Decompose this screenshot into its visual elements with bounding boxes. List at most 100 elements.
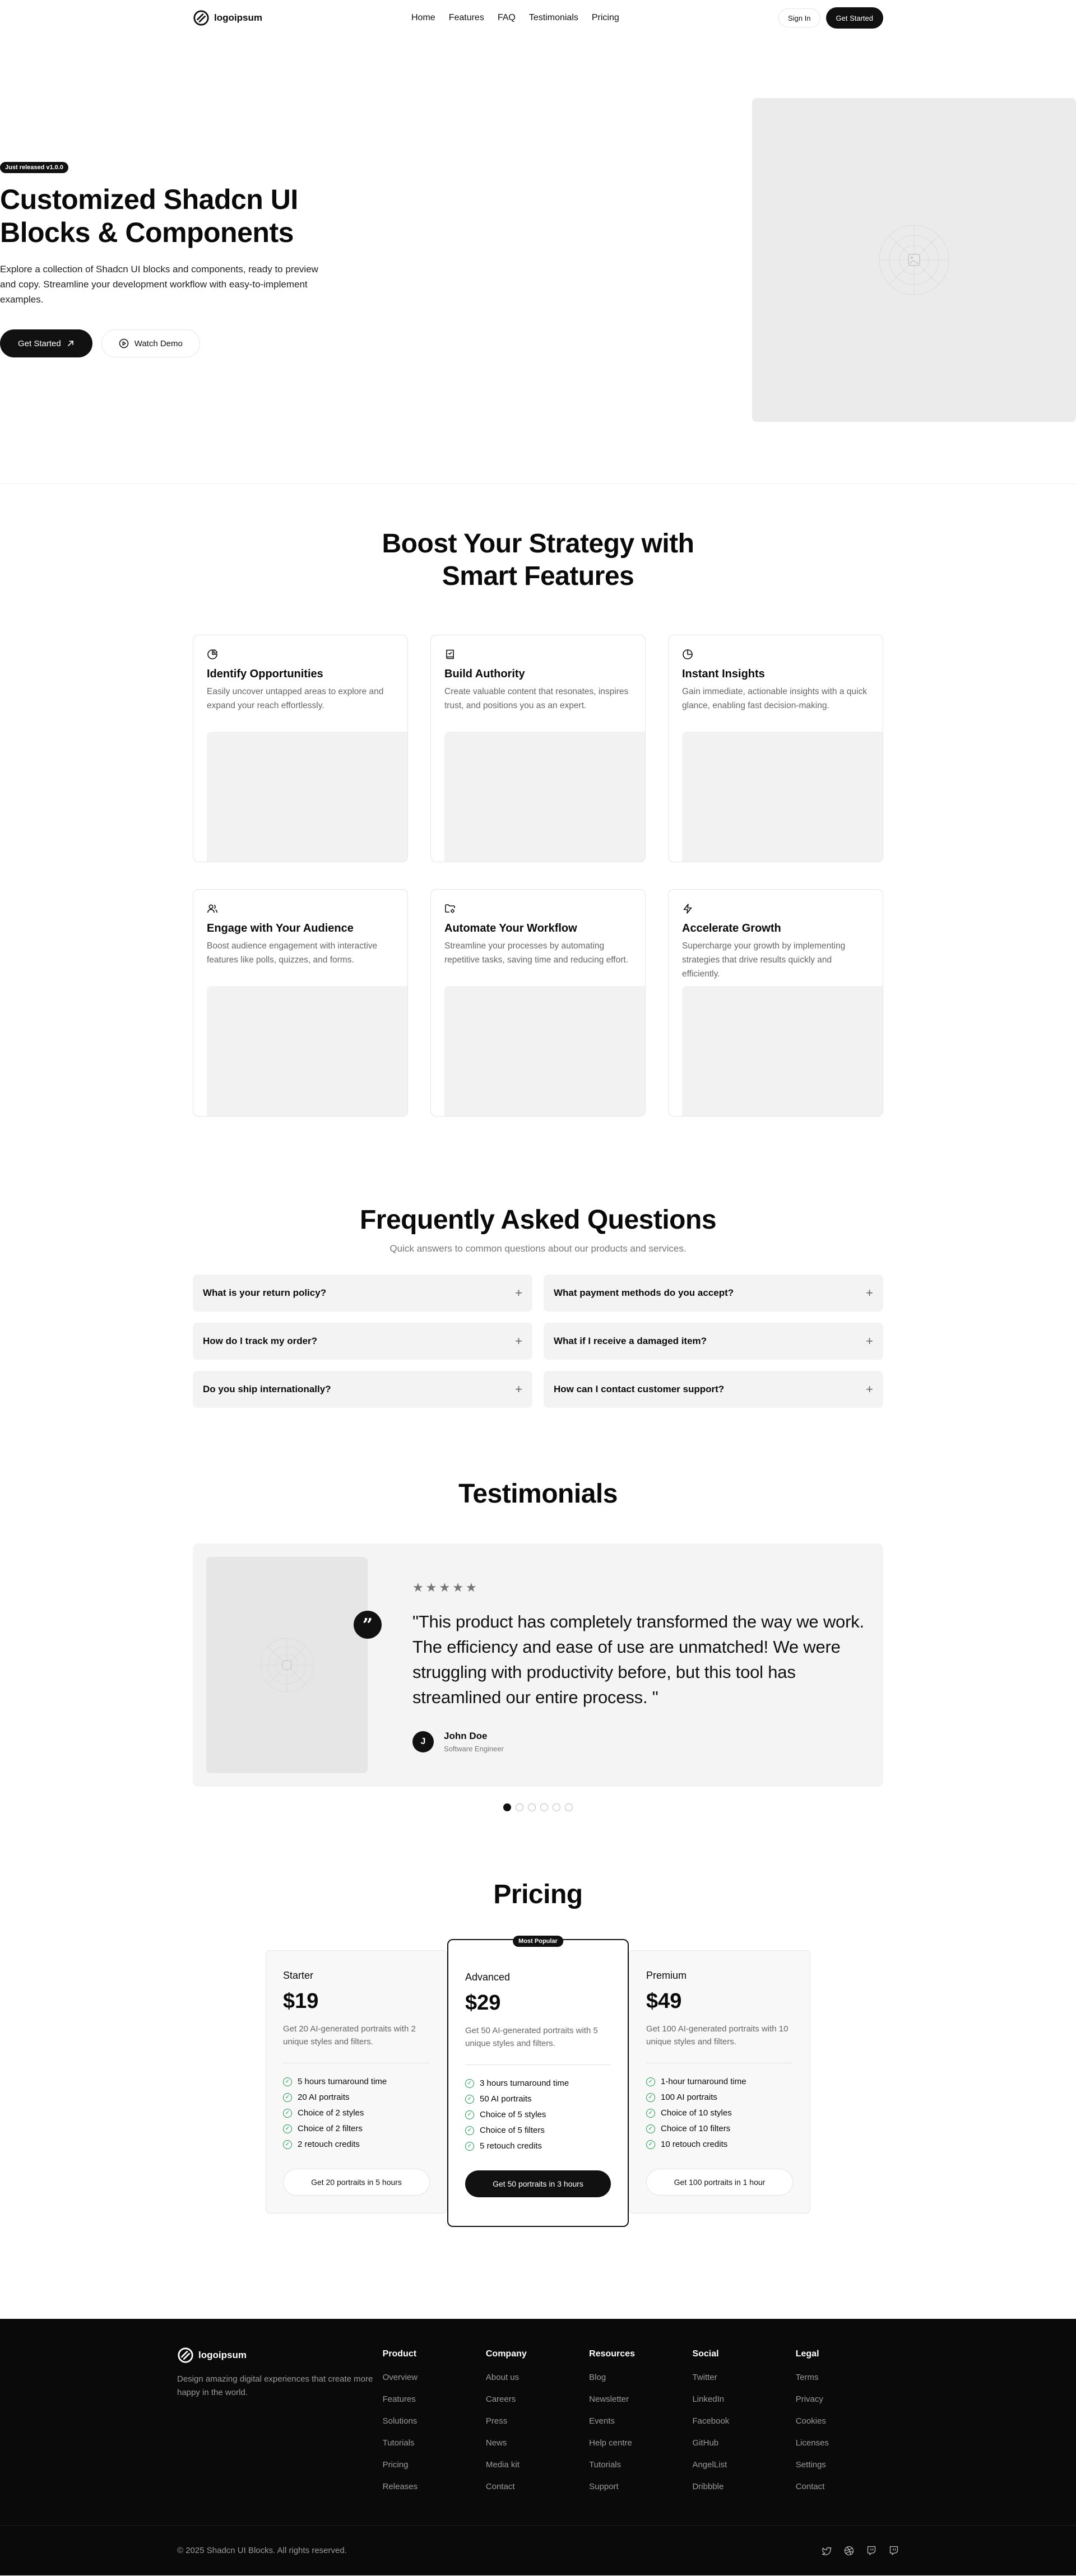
faq-question: How do I track my order? xyxy=(203,1335,318,1346)
features-section: Boost Your Strategy with Smart Features … xyxy=(0,484,1076,1159)
footer-link[interactable]: Cookies xyxy=(796,2416,899,2426)
carousel-dot-6[interactable] xyxy=(565,1803,573,1812)
footer-link[interactable]: Twitter xyxy=(692,2373,795,2382)
footer-col-title: Resources xyxy=(589,2349,635,2359)
testimonial-author: J John Doe Software Engineer xyxy=(412,1731,883,1753)
most-popular-badge: Most Popular xyxy=(513,1935,563,1947)
footer-col-company: Company About us Careers Press News Medi… xyxy=(486,2347,589,2504)
testimonials-title: Testimonials xyxy=(458,1478,618,1509)
nav-actions: Sign In Get Started xyxy=(778,7,883,29)
footer-link[interactable]: Solutions xyxy=(383,2416,486,2426)
footer-link[interactable]: Tutorials xyxy=(589,2460,692,2470)
plan-name: Advanced xyxy=(465,1971,511,1983)
carousel-dot-1[interactable] xyxy=(503,1803,511,1812)
hero-title-line1: Customized Shadcn UI xyxy=(0,183,298,215)
footer-link[interactable]: Careers xyxy=(486,2394,589,2404)
check-circle-icon: ✓ xyxy=(646,2124,655,2133)
faq-item-return-policy[interactable]: What is your return policy? + xyxy=(193,1274,532,1312)
carousel-dot-2[interactable] xyxy=(516,1803,523,1812)
dribbble-icon[interactable] xyxy=(844,2546,854,2556)
footer-link[interactable]: Contact xyxy=(486,2482,589,2491)
premium-plan-button[interactable]: Get 100 portraits in 1 hour xyxy=(646,2169,793,2196)
sign-in-button[interactable]: Sign In xyxy=(778,8,820,27)
hero-get-started-button[interactable]: Get Started xyxy=(0,329,92,358)
footer-link[interactable]: News xyxy=(486,2438,589,2448)
footer-link[interactable]: Pricing xyxy=(383,2460,486,2470)
plan-features: ✓ 1-hour turnaround time ✓ 100 AI portrait… xyxy=(646,2077,793,2149)
logo[interactable]: logoipsum xyxy=(193,10,262,26)
nav-link-faq[interactable]: FAQ xyxy=(498,13,516,23)
feature-image-placeholder xyxy=(682,986,883,1117)
footer-link[interactable]: LinkedIn xyxy=(692,2394,795,2404)
faq-item-track-order[interactable]: How do I track my order? + xyxy=(193,1322,532,1360)
check-circle-icon: ✓ xyxy=(465,2094,474,2104)
twitter-icon[interactable] xyxy=(822,2546,832,2556)
plan-feature: ✓ 3 hours turnaround time xyxy=(465,2079,611,2088)
testimonial-content: ★ ★ ★ ★ ★ "This product has completely t… xyxy=(412,1543,883,1787)
footer-link[interactable]: About us xyxy=(486,2373,589,2382)
nav-link-testimonials[interactable]: Testimonials xyxy=(529,13,578,23)
hero-title-line2: Blocks & Components xyxy=(0,216,294,248)
arrow-up-right-icon xyxy=(67,341,73,347)
carousel-dot-4[interactable] xyxy=(540,1803,548,1812)
footer-link[interactable]: Contact xyxy=(796,2482,899,2491)
avatar: J xyxy=(412,1731,434,1753)
nav-link-features[interactable]: Features xyxy=(449,13,484,23)
feature-description: Boost audience engagement with interacti… xyxy=(207,941,378,965)
release-badge[interactable]: Just released v1.0.0 xyxy=(0,161,68,173)
footer-link[interactable]: Blog xyxy=(589,2373,692,2382)
plan-price: $49 xyxy=(646,1989,682,2013)
twitch-icon[interactable] xyxy=(889,2546,899,2556)
footer-link[interactable]: Facebook xyxy=(692,2416,795,2426)
footer-link[interactable]: Overview xyxy=(383,2373,486,2382)
faq-title: Frequently Asked Questions xyxy=(359,1205,717,1235)
footer-logo[interactable]: logoipsum xyxy=(177,2347,383,2364)
feature-card-build-authority: Build Authority Create valuable content … xyxy=(430,635,646,863)
feature-image-placeholder xyxy=(207,986,407,1117)
features-title-line2: Smart Features xyxy=(442,561,634,591)
hero-description: Explore a collection of Shadcn UI blocks… xyxy=(0,263,318,305)
faq-item-payment-methods[interactable]: What payment methods do you accept? + xyxy=(544,1274,883,1312)
feature-title: Identify Opportunities xyxy=(207,668,323,681)
footer-link[interactable]: Features xyxy=(383,2394,486,2404)
footer-link[interactable]: Events xyxy=(589,2416,692,2426)
nav-link-home[interactable]: Home xyxy=(411,13,435,23)
features-title: Boost Your Strategy with Smart Features xyxy=(193,528,883,592)
footer-link[interactable]: Dribbble xyxy=(692,2482,795,2491)
footer-link[interactable]: Support xyxy=(589,2482,692,2491)
carousel-dot-5[interactable] xyxy=(553,1803,560,1812)
starter-plan-button[interactable]: Get 20 portraits in 5 hours xyxy=(283,2169,430,2196)
faq-item-ship-internationally[interactable]: Do you ship internationally? + xyxy=(193,1370,532,1408)
footer-link[interactable]: Media kit xyxy=(486,2460,589,2470)
faq-item-damaged-item[interactable]: What if I receive a damaged item? + xyxy=(544,1322,883,1360)
footer-link[interactable]: Licenses xyxy=(796,2438,899,2448)
zap-icon xyxy=(683,904,692,914)
plan-feature-text: Choice of 5 filters xyxy=(480,2126,545,2136)
footer-link[interactable]: AngelList xyxy=(692,2460,795,2470)
footer-link[interactable]: Help centre xyxy=(589,2438,692,2448)
pricing-title: Pricing xyxy=(493,1880,583,1910)
footer-link[interactable]: Newsletter xyxy=(589,2394,692,2404)
footer-link[interactable]: Privacy xyxy=(796,2394,899,2404)
hero-image-placeholder xyxy=(752,97,1076,422)
footer-link[interactable]: Tutorials xyxy=(383,2438,486,2448)
footer-col-product: Product Overview Features Solutions Tuto… xyxy=(383,2347,486,2504)
faq-question: What is your return policy? xyxy=(203,1287,327,1298)
footer-link[interactable]: GitHub xyxy=(692,2438,795,2448)
carousel-dot-3[interactable] xyxy=(528,1803,536,1812)
faq-item-contact-support[interactable]: How can I contact customer support? + xyxy=(544,1370,883,1408)
footer-bottom: © 2025 Shadcn UI Blocks. All rights rese… xyxy=(0,2524,1076,2575)
feature-image-placeholder xyxy=(444,732,645,862)
plus-icon: + xyxy=(515,1333,522,1348)
advanced-plan-button[interactable]: Get 50 portraits in 3 hours xyxy=(465,2170,611,2198)
footer-link[interactable]: Releases xyxy=(383,2482,486,2491)
watch-demo-button[interactable]: Watch Demo xyxy=(101,329,200,358)
plan-feature-text: 1-hour turnaround time xyxy=(661,2077,746,2087)
twitch-icon[interactable] xyxy=(866,2546,876,2556)
footer-link[interactable]: Settings xyxy=(796,2460,899,2470)
nav-link-pricing[interactable]: Pricing xyxy=(592,13,619,23)
footer-link[interactable]: Terms xyxy=(796,2373,899,2382)
get-started-nav-button[interactable]: Get Started xyxy=(825,7,883,29)
footer-link[interactable]: Press xyxy=(486,2416,589,2426)
footer-col-title: Product xyxy=(382,2349,417,2359)
